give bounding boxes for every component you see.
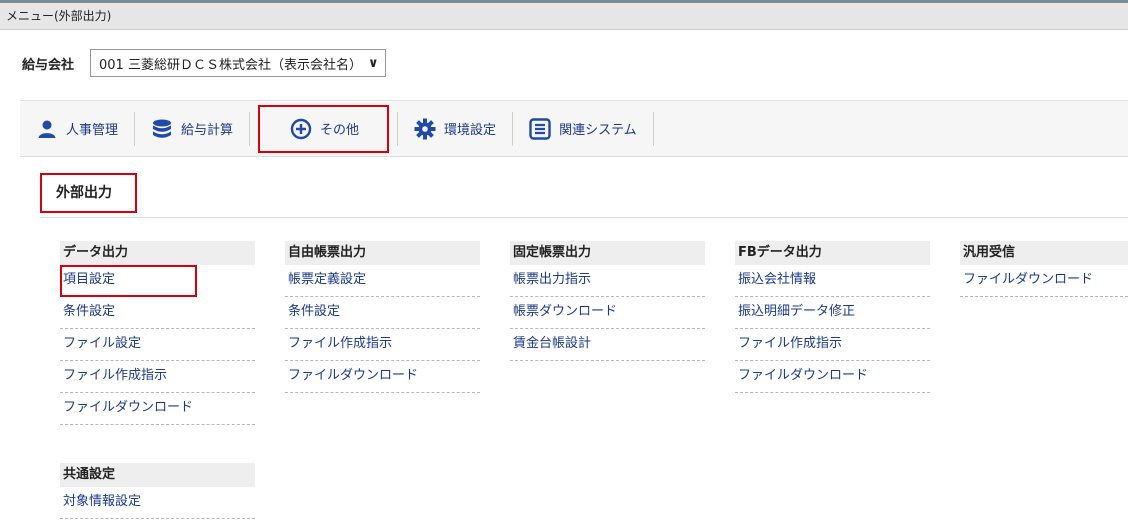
menu-link-koumoku[interactable]: 項目設定: [60, 265, 197, 297]
company-select-value: 001 三菱総研ＤＣＳ株式会社（表示会社名）: [99, 57, 362, 73]
top-nav: 人事管理 給与計算 その他 環境設定 関連システム: [20, 101, 654, 156]
section-title: 外部出力: [40, 173, 137, 213]
column-common-settings: 共通設定 対象情報設定: [60, 463, 255, 519]
column-fixed-report: 固定帳票出力 帳票出力指示 帳票ダウンロード 賃金台帳設計: [510, 241, 705, 361]
nav-item-kyuyo[interactable]: 給与計算: [135, 109, 249, 149]
column-header: 固定帳票出力: [510, 241, 705, 265]
chevron-down-icon: ∨: [367, 55, 379, 71]
menu-link[interactable]: 条件設定: [285, 297, 480, 329]
menu-link[interactable]: ファイル作成指示: [285, 329, 480, 361]
main-panel: 人事管理 給与計算 その他 環境設定 関連システム 外部出力 データ出力 項目設…: [20, 100, 1128, 522]
menu-link[interactable]: 賃金台帳設計: [510, 329, 705, 361]
menu-link[interactable]: ファイルダウンロード: [285, 361, 480, 393]
database-icon: [151, 118, 173, 140]
plus-circle-icon: [290, 118, 312, 140]
menu-link[interactable]: ファイル作成指示: [60, 361, 255, 393]
menu-link[interactable]: ファイルダウンロード: [735, 361, 930, 393]
column-fb-data: FBデータ出力 振込会社情報 振込明細データ修正 ファイル作成指示 ファイルダウ…: [735, 241, 930, 393]
nav-label: 給与計算: [181, 123, 234, 138]
menu-link[interactable]: ファイルダウンロード: [960, 265, 1128, 297]
nav-divider: [249, 111, 251, 146]
company-selector: 給与会社 001 三菱総研ＤＣＳ株式会社（表示会社名） ∨: [22, 48, 386, 78]
column-header: 自由帳票出力: [285, 241, 480, 265]
menu-link[interactable]: ファイルダウンロード: [60, 393, 255, 425]
section-divider: [40, 217, 1128, 218]
column-header: 汎用受信: [960, 241, 1128, 265]
menu-link[interactable]: 帳票出力指示: [510, 265, 705, 297]
column-data-output: データ出力 項目設定 条件設定 ファイル設定 ファイル作成指示 ファイルダウンロ…: [60, 241, 255, 425]
nav-label: 環境設定: [444, 123, 497, 138]
menu-link[interactable]: 帳票ダウンロード: [510, 297, 705, 329]
list-box-icon: [529, 117, 551, 140]
menu-link[interactable]: 振込明細データ修正: [735, 297, 930, 329]
menu-link[interactable]: 対象情報設定: [60, 487, 255, 519]
column-free-report: 自由帳票出力 帳票定義設定 条件設定 ファイル作成指示 ファイルダウンロード: [285, 241, 480, 393]
nav-item-jinji[interactable]: 人事管理: [20, 109, 134, 149]
company-label: 給与会社: [22, 57, 75, 73]
nav-label: その他: [320, 123, 360, 138]
nav-item-kankyo[interactable]: 環境設定: [398, 109, 512, 149]
menu-content: 外部出力 データ出力 項目設定 条件設定 ファイル設定 ファイル作成指示 ファイ…: [20, 156, 1128, 522]
column-header: データ出力: [60, 241, 255, 265]
nav-item-sonota[interactable]: その他: [258, 104, 390, 153]
menu-link[interactable]: 帳票定義設定: [285, 265, 480, 297]
menu-link[interactable]: 条件設定: [60, 297, 255, 329]
gear-icon: [414, 118, 436, 140]
nav-label: 人事管理: [66, 123, 119, 138]
nav-label: 関連システム: [559, 123, 637, 138]
nav-item-kanren[interactable]: 関連システム: [513, 109, 653, 149]
nav-divider: [652, 111, 654, 146]
window-title: メニュー(外部出力): [0, 0, 1128, 30]
column-general-receive: 汎用受信 ファイルダウンロード: [960, 241, 1128, 297]
column-header: FBデータ出力: [735, 241, 930, 265]
company-select[interactable]: 001 三菱総研ＤＣＳ株式会社（表示会社名） ∨: [90, 49, 386, 77]
menu-link[interactable]: ファイル設定: [60, 329, 255, 361]
menu-link[interactable]: 振込会社情報: [735, 265, 930, 297]
person-icon: [36, 118, 58, 140]
column-header: 共通設定: [60, 463, 255, 487]
menu-link[interactable]: ファイル作成指示: [735, 329, 930, 361]
